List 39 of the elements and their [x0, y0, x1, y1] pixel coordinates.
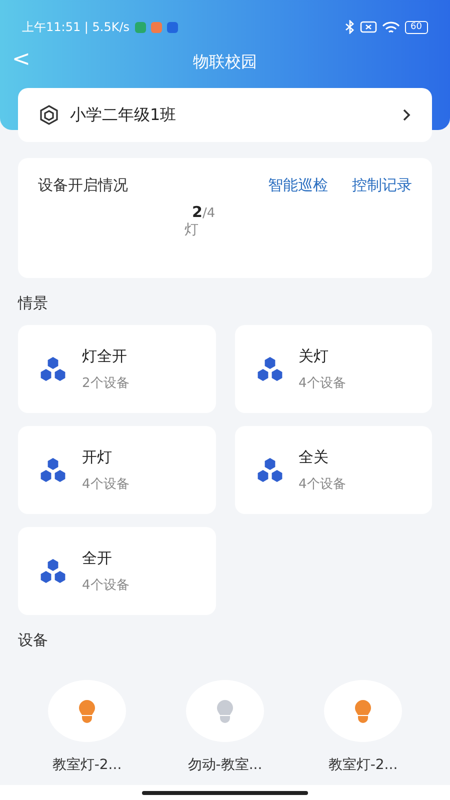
chevron-right-icon: [402, 108, 412, 122]
section-heading: 设备: [18, 631, 49, 650]
cube-icon: [38, 104, 60, 126]
section-heading: 情景: [18, 294, 49, 313]
device-name: 教室灯-2...: [328, 756, 398, 774]
scene-device-count: 4个设备: [82, 576, 130, 594]
overview-link[interactable]: 控制记录: [352, 176, 412, 195]
scene-card[interactable]: 全关 4个设备: [234, 426, 432, 514]
hexagons-icon: [38, 458, 68, 482]
scene-card[interactable]: 灯全开 2个设备: [18, 325, 216, 413]
wifi-icon: [382, 20, 400, 34]
page-title: 物联校园: [193, 52, 257, 72]
home-indicator[interactable]: [142, 790, 308, 794]
scene-name: 全开: [82, 548, 113, 568]
bluetooth-icon: [344, 20, 355, 34]
scene-name: 关灯: [298, 346, 330, 366]
overview-title: 设备开启情况: [38, 176, 128, 195]
hexagons-icon: [38, 559, 68, 583]
scene-card[interactable]: 全开 4个设备: [18, 527, 216, 615]
overview-link[interactable]: 智能巡检: [268, 176, 328, 195]
device-name: 教室灯-2...: [52, 756, 122, 774]
device-type: 灯: [184, 221, 200, 239]
scene-device-count: 4个设备: [298, 374, 346, 392]
scene-device-count: 4个设备: [82, 476, 130, 492]
app-icon: [150, 22, 162, 32]
class-selector[interactable]: 小学二年级1班: [18, 88, 432, 142]
scene-device-count: 2个设备: [82, 374, 130, 392]
scene-device-count: 4个设备: [298, 476, 346, 492]
scene-name: 灯全开: [82, 346, 128, 366]
device-count: 2/4: [192, 203, 216, 221]
scene-card[interactable]: 关灯 4个设备: [234, 325, 432, 413]
scene-card[interactable]: 开灯 4个设备: [18, 426, 216, 514]
sim-icon: [360, 21, 377, 33]
scene-name: 全关: [298, 448, 330, 466]
hexagons-icon: [38, 357, 68, 381]
status-time: 上午11:51 | 5.5K/s: [22, 18, 130, 36]
battery-icon: 60: [404, 20, 428, 34]
device-name: 勿动-教室...: [188, 756, 262, 774]
scene-name: 开灯: [82, 448, 113, 466]
